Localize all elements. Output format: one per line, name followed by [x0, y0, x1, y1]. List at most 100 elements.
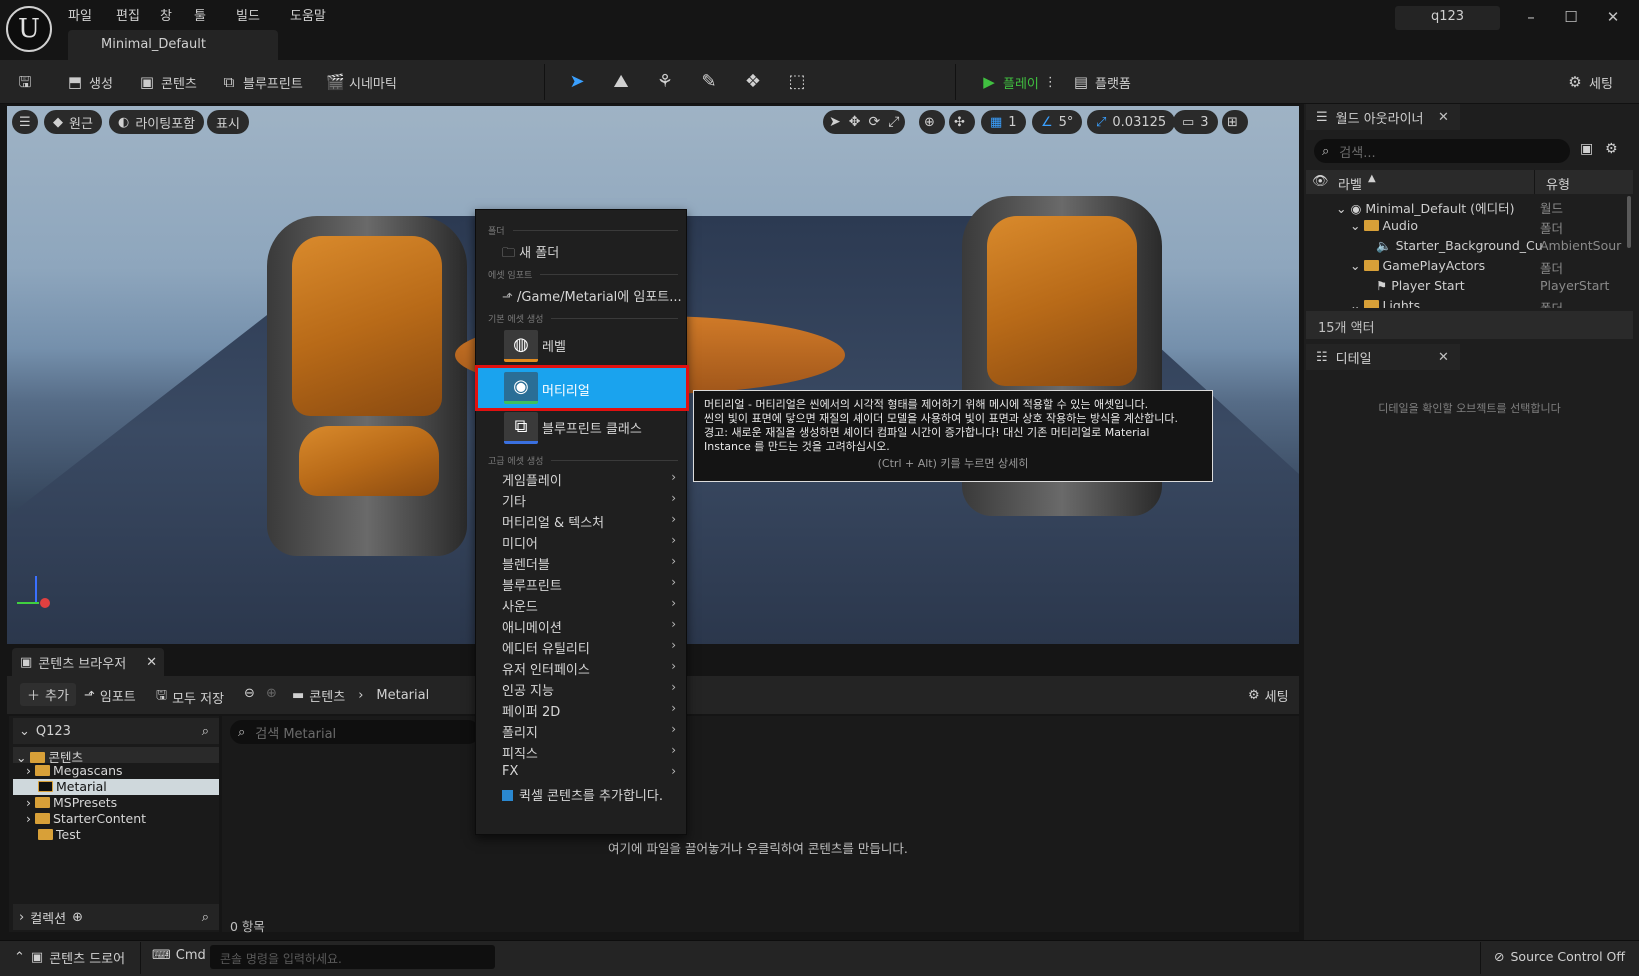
content-browser-tab[interactable]: ▣ 콘텐츠 브라우저 ✕: [12, 648, 164, 676]
submenu-blueprint[interactable]: 블루프린트 ›: [502, 575, 682, 595]
maximize-button[interactable]: ☐: [1558, 8, 1584, 30]
mesh-paint-mode-icon[interactable]: ✎: [698, 71, 720, 93]
add-collection-icon[interactable]: ⊕: [72, 910, 83, 925]
details-tab[interactable]: ☷ 디테일: [1306, 344, 1460, 370]
project-root-header[interactable]: ⌄ Q123 ⌕: [13, 718, 219, 744]
save-all-button[interactable]: 🖫 모두 저장: [156, 686, 224, 708]
submenu-user-interface[interactable]: 유저 인터페이스 ›: [502, 659, 682, 679]
unreal-logo-icon[interactable]: U: [6, 6, 52, 52]
cb-settings-button[interactable]: ⚙ 세팅: [1248, 686, 1289, 705]
translate-tool-icon[interactable]: ✥: [849, 114, 861, 130]
content-button[interactable]: ▣ 콘텐츠: [138, 71, 197, 93]
minimize-button[interactable]: –: [1518, 8, 1544, 30]
add-folder-icon[interactable]: ▣: [1580, 141, 1593, 157]
save-level-button[interactable]: 🖫: [16, 71, 34, 93]
scale-tool-icon[interactable]: ⤢: [888, 114, 899, 130]
console-input[interactable]: 콘솔 명령을 입력하세요.: [210, 945, 495, 969]
submenu-media[interactable]: 미디어 ›: [502, 533, 682, 553]
create-button[interactable]: ⬒ 생성: [66, 71, 113, 93]
menu-help[interactable]: 도움말: [290, 5, 326, 24]
rotate-tool-icon[interactable]: ⟳: [868, 114, 880, 130]
close-button[interactable]: ✕: [1600, 8, 1626, 30]
view-mode-button[interactable]: ◐ 라이팅포함: [109, 110, 205, 134]
submenu-ai[interactable]: 인공 지능 ›: [502, 680, 682, 700]
submenu-editor-utilities[interactable]: 에디터 유틸리티 ›: [502, 638, 682, 658]
foliage-mode-icon[interactable]: ⚘: [654, 71, 676, 93]
outliner-tab[interactable]: ☰ 월드 아웃라이너: [1306, 104, 1460, 130]
breadcrumb-metarial[interactable]: Metarial: [376, 688, 429, 703]
viewport-menu-button[interactable]: ☰: [12, 110, 38, 134]
submenu-fx[interactable]: FX ›: [502, 764, 682, 784]
breadcrumb-content[interactable]: 콘텐츠: [309, 686, 345, 705]
new-folder-item[interactable]: 🗀 새 폴더: [502, 242, 682, 266]
scale-snap-button[interactable]: ⤢ 0.03125: [1087, 110, 1176, 134]
play-options-icon[interactable]: ⋮: [1044, 75, 1057, 90]
modeling-mode-icon[interactable]: ⬚: [786, 71, 808, 93]
close-icon[interactable]: ✕: [1438, 350, 1449, 365]
select-mode-icon[interactable]: ➤: [566, 71, 588, 93]
coordinate-system-button[interactable]: ⊕: [919, 110, 945, 134]
show-button[interactable]: 표시: [207, 110, 249, 134]
cinematics-button[interactable]: 🎬 시네마틱: [326, 71, 397, 93]
viewport-layout-button[interactable]: ⊞: [1222, 110, 1248, 134]
play-button[interactable]: ▶ 플레이 ⋮: [980, 71, 1057, 93]
menu-tools[interactable]: 툴: [194, 5, 206, 24]
asset-search-input[interactable]: ⌕ 검색 Metarial: [230, 720, 480, 744]
grid-snap-button[interactable]: ▦ 1: [981, 110, 1026, 134]
tree-item-content[interactable]: ⌄ 콘텐츠: [13, 747, 219, 765]
outliner-row[interactable]: ⚑ Player Start PlayerStart: [1306, 276, 1626, 296]
submenu-misc[interactable]: 기타 ›: [502, 491, 682, 511]
submenu-animation[interactable]: 애니메이션 ›: [502, 617, 682, 637]
tree-item-test[interactable]: Test: [13, 827, 219, 843]
submenu-sounds[interactable]: 사운드 ›: [502, 596, 682, 616]
menu-edit[interactable]: 편집: [116, 5, 140, 24]
tree-item-mspresets[interactable]: › MSPresets: [13, 795, 219, 811]
column-label[interactable]: 라벨: [1338, 174, 1362, 193]
search-icon[interactable]: ⌕: [202, 910, 209, 925]
search-icon[interactable]: ⌕: [202, 724, 209, 739]
add-button[interactable]: ＋ 추가: [20, 683, 76, 706]
perspective-button[interactable]: ◆ 원근: [44, 110, 102, 134]
outliner-row[interactable]: ⌄ Audio 폴더: [1306, 216, 1626, 236]
collections-header[interactable]: › 컬렉션 ⊕ ⌕: [13, 904, 219, 930]
tree-item-megascans[interactable]: › Megascans: [13, 763, 219, 779]
menu-build[interactable]: 빌드: [236, 5, 260, 24]
fracture-mode-icon[interactable]: ❖: [742, 71, 764, 93]
back-button[interactable]: ⊖: [244, 686, 255, 701]
level-item[interactable]: 레벨: [542, 336, 722, 355]
cmd-button[interactable]: ⌨ Cmd: [152, 948, 206, 963]
submenu-foliage[interactable]: 폴리지 ›: [502, 722, 682, 742]
eye-icon[interactable]: 👁: [1312, 174, 1329, 189]
forward-button[interactable]: ⊕: [266, 686, 277, 701]
outliner-row[interactable]: ⌄ ◉ Minimal_Default (에디터) 월드: [1306, 196, 1626, 216]
material-item[interactable]: ◉ 머티리얼: [475, 365, 689, 411]
source-control-button[interactable]: ⊘ Source Control Off: [1494, 949, 1625, 964]
surface-snap-button[interactable]: ✣: [949, 110, 975, 134]
platforms-button[interactable]: ▤ 플랫폼: [1072, 71, 1131, 93]
close-icon[interactable]: ✕: [146, 655, 157, 670]
outliner-row[interactable]: ⌄ GamePlayActors 폴더: [1306, 256, 1626, 276]
column-type[interactable]: 유형: [1546, 174, 1570, 193]
submenu-gameplay[interactable]: 게임플레이 ›: [502, 470, 682, 490]
select-tool-icon[interactable]: ➤: [829, 114, 841, 130]
tree-item-metarial[interactable]: Metarial: [13, 779, 219, 795]
outliner-scrollbar[interactable]: [1627, 196, 1631, 248]
submenu-materials-textures[interactable]: 머티리얼 & 텍스처 ›: [502, 512, 682, 532]
landscape-mode-icon[interactable]: ⛰: [610, 71, 632, 93]
outliner-search-input[interactable]: ⌕ 검색...: [1314, 139, 1570, 163]
quixel-item[interactable]: 퀵셀 콘텐츠를 추가합니다.: [502, 785, 682, 804]
close-icon[interactable]: ✕: [1438, 110, 1449, 125]
settings-button[interactable]: ⚙ 세팅: [1566, 71, 1613, 93]
submenu-paper2d[interactable]: 페이퍼 2D ›: [502, 701, 682, 721]
camera-speed-button[interactable]: ▭ 3: [1173, 110, 1218, 134]
submenu-blendables[interactable]: 블렌더블 ›: [502, 554, 682, 574]
blueprint-button[interactable]: ⧉ 블루프린트: [220, 71, 303, 93]
gear-icon[interactable]: ⚙: [1605, 141, 1618, 157]
outliner-row[interactable]: 🔈 Starter_Background_Cu AmbientSour: [1306, 236, 1626, 256]
content-drawer-button[interactable]: ⌃ ▣ 콘텐츠 드로어: [14, 948, 125, 967]
rotation-snap-button[interactable]: ∠ 5°: [1032, 110, 1083, 134]
import-button[interactable]: ⬏ 임포트: [84, 686, 136, 705]
outliner-row[interactable]: ⌄ Lights폴더: [1306, 296, 1626, 308]
submenu-physics[interactable]: 피직스 ›: [502, 743, 682, 763]
import-item[interactable]: ⬏ /Game/Metarial에 임포트...: [502, 286, 682, 305]
